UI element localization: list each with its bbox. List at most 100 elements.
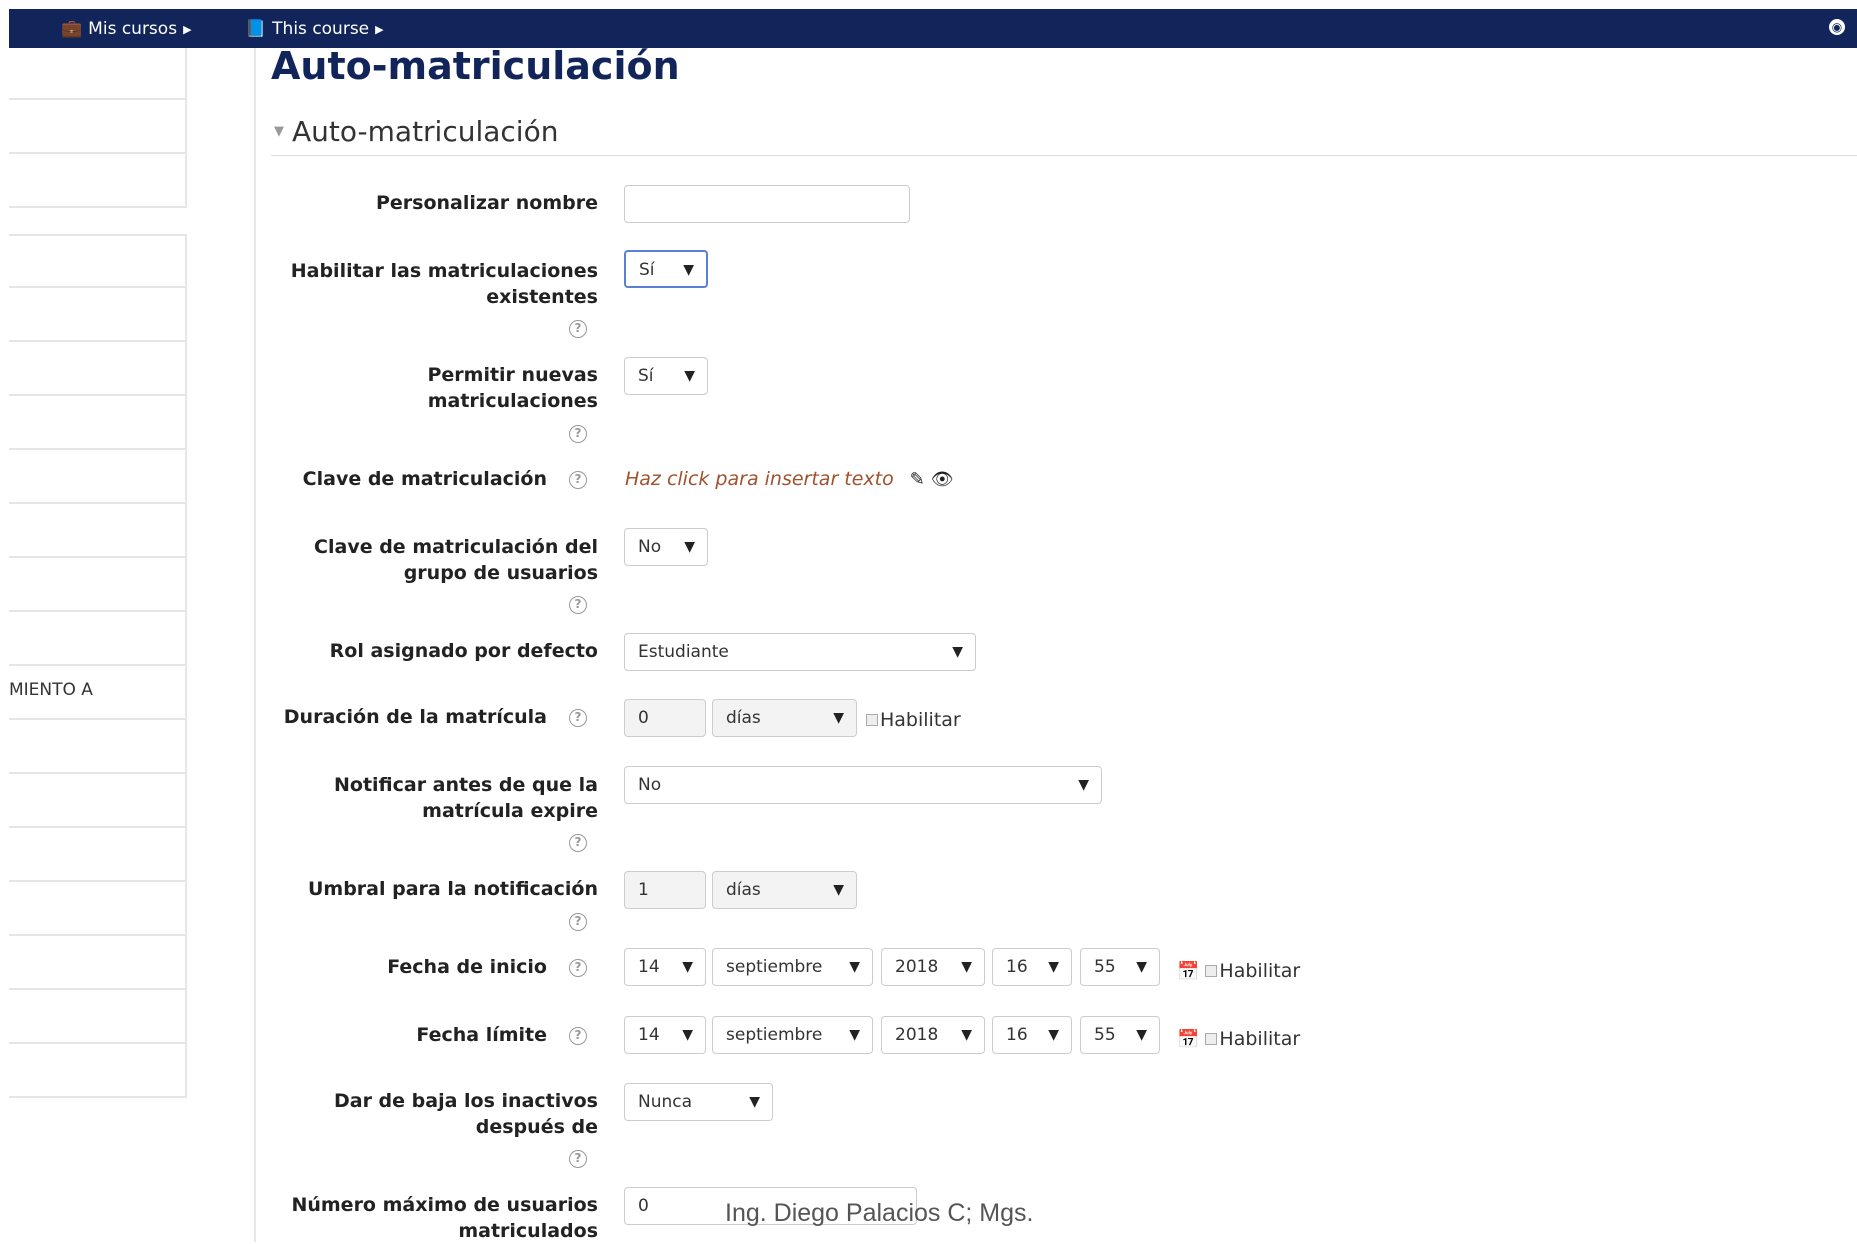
dropdown-arrow-icon: ▼ (952, 644, 963, 660)
umbral-input[interactable]: 1 (624, 871, 706, 909)
fecha-limite-day-select[interactable]: 14 ▼ (624, 1016, 706, 1054)
clave-placeholder[interactable]: Haz click para insertar texto (625, 468, 894, 490)
fecha-inicio-day-select[interactable]: 14 ▼ (624, 948, 706, 986)
checkbox-label: Habilitar (880, 709, 961, 731)
user-menu-icon[interactable]: ◉ (1829, 19, 1845, 35)
help-icon[interactable]: ? (569, 471, 587, 489)
checkbox[interactable] (1205, 965, 1218, 977)
dropdown-arrow-icon: ▼ (683, 262, 694, 278)
checkbox[interactable] (866, 714, 878, 726)
label-line: matrícula expire (422, 800, 598, 822)
duracion-enable[interactable]: Habilitar (866, 709, 961, 731)
help-icon[interactable]: ? (569, 709, 587, 727)
help-icon[interactable]: ? (569, 834, 587, 852)
select-value: Sí (638, 366, 654, 386)
calendar-icon[interactable]: 📅 (1177, 1029, 1199, 1050)
select-value: septiembre (726, 957, 823, 977)
sidebar-item[interactable] (9, 882, 187, 936)
sidebar-item[interactable] (9, 342, 187, 396)
edit-icons: ✎👁 (910, 469, 960, 490)
sidebar-item[interactable] (9, 504, 187, 558)
fecha-inicio-year-select[interactable]: 2018 ▼ (881, 948, 985, 986)
fecha-inicio-month-select[interactable]: septiembre ▼ (712, 948, 873, 986)
select-value: Sí (639, 260, 655, 280)
dar-de-baja-select[interactable]: Nunca ▼ (624, 1083, 773, 1121)
select-value: 2018 (895, 1025, 939, 1045)
fecha-limite-year-select[interactable]: 2018 ▼ (881, 1016, 985, 1054)
sidebar-item[interactable] (9, 990, 187, 1044)
fecha-limite-hour-select[interactable]: 16 ▼ (992, 1016, 1072, 1054)
section-header[interactable]: ▼ Auto-matriculación (274, 115, 558, 148)
caret-right-icon: ▶ (375, 22, 384, 36)
help-icon[interactable]: ? (569, 913, 587, 931)
sidebar-item[interactable] (9, 828, 187, 882)
fecha-limite-enable[interactable]: 📅 Habilitar (1177, 1028, 1300, 1050)
label-line: matriculaciones (427, 390, 598, 412)
sidebar-item[interactable] (9, 154, 187, 208)
sidebar-item[interactable] (9, 1044, 187, 1098)
sidebar-item[interactable] (9, 720, 187, 774)
help-icon[interactable]: ? (569, 1027, 587, 1045)
label-line: existentes (486, 286, 598, 308)
sidebar-item[interactable] (9, 48, 187, 100)
notificar-select[interactable]: No ▼ (624, 766, 1102, 804)
help-icon[interactable]: ? (569, 425, 587, 443)
fecha-inicio-minute-select[interactable]: 55 ▼ (1080, 948, 1160, 986)
sidebar-item[interactable] (9, 100, 187, 154)
sidebar-item[interactable] (9, 234, 187, 288)
calendar-icon[interactable]: 📅 (1177, 961, 1199, 982)
select-value: No (638, 775, 662, 795)
clave-grupo-select[interactable]: No ▼ (624, 528, 708, 566)
help-icon[interactable]: ? (569, 320, 587, 338)
clave-label: Clave de matriculación (302, 468, 547, 490)
habilitar-existentes-select[interactable]: Sí ▼ (624, 250, 708, 288)
sidebar-item[interactable] (9, 774, 187, 828)
umbral-unit-select[interactable]: días ▼ (712, 871, 857, 909)
eye-icon[interactable]: 👁 (931, 469, 960, 490)
fecha-limite-label: Fecha límite (416, 1024, 547, 1046)
sidebar-item[interactable] (9, 612, 187, 666)
permitir-nuevas-select[interactable]: Sí ▼ (624, 357, 708, 395)
help-icon[interactable]: ? (569, 1150, 587, 1168)
this-course-menu[interactable]: 📘 This course ▶ (245, 19, 384, 39)
sidebar-item-label: MIENTO A (9, 680, 93, 700)
clave-inline-edit[interactable]: Haz click para insertar texto ✎👁 (625, 468, 960, 490)
collapse-caret-icon: ▼ (274, 124, 284, 139)
sidebar-item[interactable] (9, 558, 187, 612)
pencil-icon[interactable]: ✎ (910, 469, 931, 490)
label-line: Permitir nuevas (427, 364, 598, 386)
fecha-limite-month-select[interactable]: septiembre ▼ (712, 1016, 873, 1054)
help-icon[interactable]: ? (569, 596, 587, 614)
notificar-label: Notificar antes de que la matrícula expi… (334, 772, 598, 824)
personalizar-nombre-input[interactable] (624, 185, 910, 223)
select-value: 14 (638, 1025, 660, 1045)
fecha-inicio-enable[interactable]: 📅 Habilitar (1177, 960, 1300, 982)
checkbox[interactable] (1205, 1033, 1218, 1045)
author-footer: Ing. Diego Palacios C; Mgs. (725, 1199, 1034, 1227)
rol-select[interactable]: Estudiante ▼ (624, 633, 976, 671)
fecha-limite-minute-select[interactable]: 55 ▼ (1080, 1016, 1160, 1054)
help-icon[interactable]: ? (569, 959, 587, 977)
sidebar-item[interactable]: MIENTO A (9, 666, 187, 720)
page-title: Auto-matriculación (271, 44, 680, 88)
sidebar-item[interactable] (9, 936, 187, 990)
duracion-unit-select[interactable]: días ▼ (712, 699, 857, 737)
fecha-inicio-hour-select[interactable]: 16 ▼ (992, 948, 1072, 986)
input-value: 0 (638, 708, 649, 728)
select-value: Nunca (638, 1092, 693, 1112)
select-value: 16 (1006, 957, 1028, 977)
content-divider (254, 48, 256, 1242)
label-line: Notificar antes de que la (333, 774, 598, 796)
left-sidebar: MIENTO A (0, 48, 187, 1242)
select-value: 14 (638, 957, 660, 977)
sidebar-item[interactable] (9, 396, 187, 450)
this-course-label: This course (272, 19, 370, 39)
clave-grupo-label: Clave de matriculación del grupo de usua… (314, 534, 598, 586)
briefcase-icon: 💼 (61, 19, 83, 39)
sidebar-item[interactable] (9, 450, 187, 504)
mis-cursos-menu[interactable]: 💼 Mis cursos ▶ (61, 19, 192, 39)
label-line: Dar de baja los inactivos (333, 1090, 598, 1112)
duracion-input[interactable]: 0 (624, 699, 706, 737)
dropdown-arrow-icon: ▼ (1136, 959, 1147, 975)
sidebar-item[interactable] (9, 288, 187, 342)
